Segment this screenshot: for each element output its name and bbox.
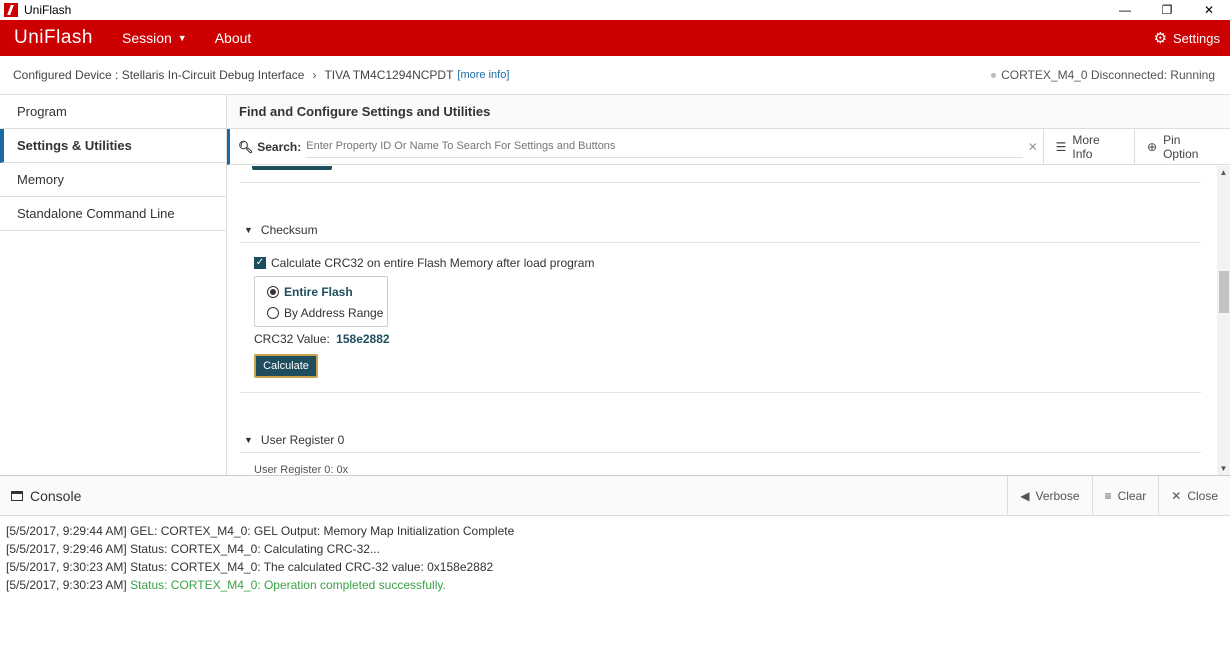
app-brand: UniFlash: [14, 27, 93, 48]
close-window-button[interactable]: ✕: [1188, 0, 1230, 20]
clear-button[interactable]: ≡ Clear: [1091, 476, 1159, 516]
settings-label: Settings: [1173, 30, 1220, 46]
sidebar-item-label: Settings & Utilities: [17, 138, 132, 153]
crc-value: 158e2882: [336, 332, 390, 346]
about-menu[interactable]: About: [215, 30, 252, 46]
window-controls: — ❐ ✕: [1104, 0, 1230, 20]
search-label: Search:: [257, 139, 302, 154]
close-console-button[interactable]: ✕ Close: [1158, 476, 1230, 516]
minimize-button[interactable]: —: [1104, 0, 1146, 20]
list-icon: ☰: [1055, 139, 1067, 154]
close-icon: ✕: [1171, 489, 1182, 503]
settings-content: ▼ Checksum ✓ Calculate CRC32 on entire F…: [227, 166, 1217, 475]
uniflash-logo-icon: [4, 3, 18, 17]
sidebar: Program Settings & Utilities Memory Stan…: [0, 95, 227, 475]
scroll-down-arrow-icon[interactable]: ▼: [1217, 462, 1230, 475]
session-menu-label: Session: [121, 30, 172, 46]
gear-icon: ⚙: [1153, 30, 1168, 47]
user-register-section-header[interactable]: ▼ User Register 0: [244, 433, 344, 447]
divider: [240, 452, 1201, 453]
scrollbar-thumb[interactable]: [1219, 271, 1229, 313]
checksum-section-header[interactable]: ▼ Checksum: [244, 223, 318, 237]
console-line-timestamp: [5/5/2017, 9:30:23 AM]: [6, 578, 127, 592]
status-dot-icon: [991, 72, 997, 78]
clear-label: Clear: [1117, 489, 1147, 503]
connection-status: CORTEX_M4_0 Disconnected: Running: [1001, 68, 1215, 82]
console-success-message: Status: CORTEX_M4_0: Operation completed…: [130, 578, 446, 592]
radio-unselected-icon[interactable]: [267, 307, 279, 319]
crc-value-row: CRC32 Value: 158e2882: [254, 332, 390, 346]
divider: [240, 242, 1201, 243]
console-line: [5/5/2017, 9:29:44 AM] GEL: CORTEX_M4_0:…: [6, 524, 515, 538]
search-input[interactable]: [306, 135, 1023, 158]
window-titlebar: UniFlash — ❐ ✕: [0, 0, 1230, 20]
pin-option-label: Pin Option: [1163, 132, 1199, 161]
sidebar-item-label: Program: [17, 104, 67, 119]
console-line: [5/5/2017, 9:30:23 AM] Status: CORTEX_M4…: [6, 560, 494, 574]
device-target: TIVA TM4C1294NCPDT: [324, 68, 454, 82]
window-icon: [11, 490, 23, 501]
clear-search-icon[interactable]: ✕: [1023, 140, 1043, 154]
more-info-label: More Info: [1072, 132, 1100, 161]
vertical-scrollbar[interactable]: ▲ ▼: [1217, 166, 1230, 475]
caret-down-icon: ▼: [244, 435, 253, 445]
checkbox-checked-icon[interactable]: ✓: [254, 257, 266, 269]
search-icon: 🔍︎: [238, 139, 254, 154]
eraser-icon: ≡: [1104, 489, 1112, 503]
crc-range-radio-group: Entire Flash By Address Range: [254, 276, 388, 327]
crc-checkbox-row[interactable]: ✓ Calculate CRC32 on entire Flash Memory…: [254, 256, 594, 270]
sidebar-item-program[interactable]: Program: [0, 95, 226, 129]
chevron-down-icon: ▼: [177, 33, 187, 43]
verbose-label: Verbose: [1035, 489, 1080, 503]
close-label: Close: [1187, 489, 1218, 503]
search-bar: 🔍︎ Search: ✕ ☰ More Info ⊕ Pin Option: [227, 128, 1230, 165]
sidebar-item-label: Memory: [17, 172, 64, 187]
calculate-button[interactable]: Calculate: [254, 354, 318, 378]
scroll-up-arrow-icon[interactable]: ▲: [1217, 166, 1230, 179]
radio-entire-flash[interactable]: Entire Flash: [267, 285, 353, 299]
radio-by-address-range-label: By Address Range: [284, 306, 384, 320]
console-toolbar: ◀ Verbose ≡ Clear ✕ Close: [1007, 476, 1230, 516]
main-panel: Find and Configure Settings and Utilitie…: [227, 95, 1230, 475]
configured-device-text: Configured Device : Stellaris In-Circuit…: [13, 68, 305, 82]
verbose-button[interactable]: ◀ Verbose: [1007, 476, 1091, 516]
window-title: UniFlash: [24, 3, 72, 17]
radio-entire-flash-label: Entire Flash: [284, 285, 353, 299]
console-line: [5/5/2017, 9:30:23 AM] Status: CORTEX_M4…: [6, 576, 514, 594]
page-title: Find and Configure Settings and Utilitie…: [227, 95, 1230, 129]
crc-checkbox-label: Calculate CRC32 on entire Flash Memory a…: [271, 256, 595, 270]
console-log: [5/5/2017, 9:29:44 AM] GEL: CORTEX_M4_0:…: [6, 522, 514, 594]
maximize-button[interactable]: ❐: [1146, 0, 1188, 20]
user-register-title: User Register 0: [260, 433, 345, 447]
chevron-right-icon: ›: [312, 68, 317, 82]
more-info-link[interactable]: [more info]: [457, 69, 509, 81]
divider: [240, 392, 1201, 393]
session-menu[interactable]: Session ▼: [122, 30, 187, 46]
about-menu-label: About: [214, 30, 252, 46]
speaker-icon: ◀: [1020, 489, 1030, 503]
console-line: [5/5/2017, 9:29:46 AM] Status: CORTEX_M4…: [6, 542, 380, 556]
console-header: Console ◀ Verbose ≡ Clear ✕ Close: [0, 475, 1230, 516]
caret-down-icon: ▼: [244, 225, 253, 235]
console-title: Console: [30, 487, 82, 504]
console-title-group: Console: [11, 488, 81, 504]
more-info-button[interactable]: ☰ More Info: [1042, 128, 1134, 165]
app-bar: UniFlash Session ▼ About ⚙ Settings: [0, 20, 1230, 56]
plus-circle-icon: ⊕: [1147, 139, 1158, 154]
radio-by-address-range[interactable]: By Address Range: [267, 306, 383, 320]
crc-value-label: CRC32 Value:: [254, 332, 330, 346]
pin-option-button[interactable]: ⊕ Pin Option: [1134, 128, 1230, 165]
search-label-group: 🔍︎ Search:: [238, 140, 301, 154]
user-register-value: User Register 0: 0x: [254, 464, 349, 475]
device-bar: Configured Device : Stellaris In-Circuit…: [0, 56, 1230, 95]
previous-section-button[interactable]: [252, 166, 332, 170]
radio-selected-icon[interactable]: [267, 286, 279, 298]
sidebar-item-standalone-command-line[interactable]: Standalone Command Line: [0, 197, 226, 231]
sidebar-item-label: Standalone Command Line: [17, 206, 175, 221]
sidebar-item-settings-utilities[interactable]: Settings & Utilities: [0, 129, 226, 163]
sidebar-item-memory[interactable]: Memory: [0, 163, 226, 197]
checksum-title: Checksum: [260, 223, 318, 237]
settings-button[interactable]: ⚙ Settings: [1154, 20, 1220, 56]
divider: [240, 182, 1201, 183]
